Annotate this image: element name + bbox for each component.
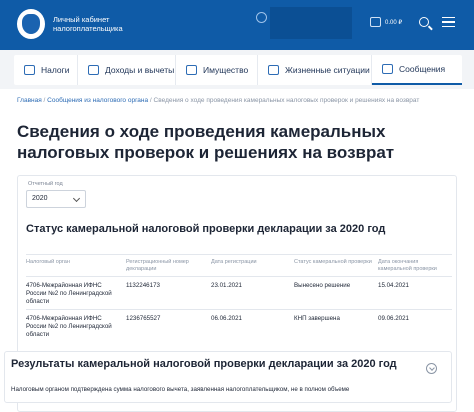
chevron-down-icon[interactable]	[426, 363, 437, 374]
cell-reg-date: 06.06.2021	[211, 315, 242, 322]
table-row: 4706-Межрайонная ИФНС России №2 по Ленин…	[26, 309, 452, 341]
cell-reg-number: 1132246173	[126, 282, 160, 289]
emblem-logo[interactable]	[17, 9, 45, 39]
column-header-reg-date: Дата регистрации	[211, 259, 257, 265]
main-content: Главная / Сообщения из налогового органа…	[0, 89, 474, 412]
column-header-reg-number: Регистрационный номер декларации	[126, 259, 189, 272]
brand-line-1: Личный кабинет	[53, 15, 110, 24]
nav-item-label: Налоги	[41, 65, 70, 75]
page-title: Сведения о ходе проведения камеральных н…	[17, 122, 395, 162]
nav-item-life-situations[interactable]: Жизненные ситуации	[258, 55, 372, 85]
nav-item-label: Сообщения	[399, 64, 446, 74]
user-icon[interactable]	[256, 12, 267, 23]
nav-item-taxes[interactable]: Налоги	[14, 55, 78, 85]
income-icon	[88, 65, 99, 75]
nav-item-label: Доходы и вычеты	[105, 65, 175, 75]
cell-status: Вынесено решение	[294, 282, 351, 289]
results-text: Налоговым органом подтверждена сумма нал…	[11, 386, 350, 393]
cell-status: КНП завершена	[294, 315, 340, 322]
results-section-title: Результаты камеральной налоговой проверк…	[11, 358, 397, 370]
year-label: Отчетный год	[28, 181, 63, 187]
nav-item-label: Жизненные ситуации	[285, 65, 370, 75]
breadcrumb-messages[interactable]: Сообщения из налогового органа	[47, 97, 148, 104]
cell-end-date: 09.06.2021	[378, 315, 409, 322]
cell-tax-office: 4706-Межрайонная ИФНС России №2 по Ленин…	[26, 315, 112, 338]
brand-title[interactable]: Личный кабинет налогоплательщика	[53, 15, 143, 33]
breadcrumb: Главная / Сообщения из налогового органа…	[17, 97, 419, 104]
table-header: Налоговый орган Регистрационный номер де…	[26, 254, 452, 276]
breadcrumb-current: Сведения о ходе проведения камеральных н…	[153, 97, 420, 104]
property-icon	[186, 65, 197, 75]
wallet-icon[interactable]	[370, 17, 381, 27]
taxes-icon	[24, 65, 35, 75]
nav-item-messages[interactable]: Сообщения	[372, 55, 462, 85]
brand-line-2: налогоплательщика	[53, 24, 123, 33]
cell-reg-date: 23.01.2021	[211, 282, 242, 289]
search-icon[interactable]	[419, 17, 429, 27]
status-section-title: Статус камеральной налоговой проверки де…	[26, 223, 386, 235]
nav-item-income[interactable]: Доходы и вычеты	[78, 55, 176, 85]
nav-item-property[interactable]: Имущество	[176, 55, 258, 85]
balance-value[interactable]: 0.00 ₽	[385, 19, 402, 26]
year-select-value: 2020	[32, 195, 48, 202]
results-card[interactable]: Результаты камеральной налоговой проверк…	[4, 351, 452, 403]
breadcrumb-home[interactable]: Главная	[17, 97, 42, 104]
column-header-end-date: Дата окончания камеральной проверки	[378, 259, 437, 272]
life-situations-icon	[268, 65, 279, 75]
column-header-tax-office: Налоговый орган	[26, 259, 70, 265]
main-nav: Налоги Доходы и вычеты Имущество Жизненн…	[14, 55, 462, 85]
menu-icon[interactable]	[442, 17, 455, 27]
year-select[interactable]: 2020	[26, 190, 86, 208]
table-row: 4706-Межрайонная ИФНС России №2 по Ленин…	[26, 276, 452, 308]
cell-end-date: 15.04.2021	[378, 282, 409, 289]
top-header: Личный кабинет налогоплательщика 0.00 ₽	[0, 0, 474, 50]
messages-icon	[382, 64, 393, 74]
nav-item-label: Имущество	[203, 65, 249, 75]
cell-tax-office: 4706-Межрайонная ИФНС России №2 по Ленин…	[26, 282, 112, 305]
column-header-status: Статус камеральной проверки	[294, 259, 372, 265]
cell-reg-number: 1236765527	[126, 315, 161, 322]
user-name-redacted[interactable]	[270, 7, 352, 39]
